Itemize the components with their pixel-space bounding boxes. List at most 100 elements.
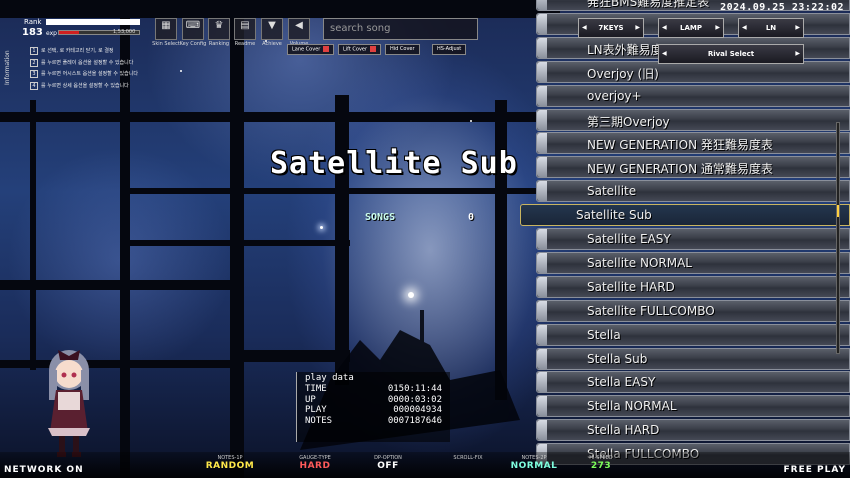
search-input[interactable]: search song <box>323 18 478 40</box>
song-list-item[interactable]: 第三期Overjoy <box>536 108 850 131</box>
song-list-item-label: LN表外難易度 <box>587 42 663 57</box>
key-mode-dropdown[interactable]: ◀ 7KEYS ▶ <box>578 18 644 38</box>
song-list-item-label: NEW GENERATION 発狂難易度表 <box>587 138 773 153</box>
folder-tab-icon <box>537 37 547 58</box>
speaker-icon: ◀ <box>295 20 303 31</box>
song-list-item[interactable]: NEW GENERATION 通常難易度表 <box>536 156 850 179</box>
option-value: OFF <box>377 461 399 471</box>
toolbar-button-label: Key Config <box>179 41 207 47</box>
key-config-button[interactable]: ⌨ Key Config <box>180 18 206 47</box>
song-list-item[interactable]: Stella EASY <box>536 371 850 394</box>
option-value: 273 <box>590 461 612 471</box>
lamp-dropdown[interactable]: ◀ LAMP ▶ <box>658 18 724 38</box>
hid-cover-toggle[interactable]: Hid Cover <box>385 44 420 55</box>
option-value: HARD <box>299 461 331 471</box>
song-list-item-selected[interactable]: Satellite Sub <box>520 204 850 227</box>
skin-select-button[interactable]: ▦ Skin Select <box>152 18 180 47</box>
toolbar-button-label: Ranking <box>208 41 230 47</box>
song-list-item[interactable]: Satellite NORMAL <box>536 251 850 274</box>
song-list-item[interactable]: Satellite FULLCOMBO <box>536 299 850 322</box>
song-list-item[interactable]: overjoy+ <box>536 84 850 107</box>
song-list-item-label: Stella <box>587 327 621 342</box>
song-list-item-label: Satellite HARD <box>587 279 675 294</box>
volume-button[interactable]: ◀Volume <box>288 18 310 47</box>
folder-tab-icon <box>537 300 547 321</box>
lamp-value: LAMP <box>680 24 702 32</box>
play-data-panel: play data TIME 0150:11:44 UP 0000:03:02 PLAY… <box>296 372 450 442</box>
song-list-item-label: overjoy+ <box>587 88 642 103</box>
song-list-item-label: Satellite EASY <box>587 232 671 246</box>
song-select-screen: Rank 183 exp 1,53,000 Information 1로 선택,… <box>0 0 850 478</box>
exp-bar-fill <box>59 31 79 34</box>
song-list-item[interactable]: Stella Sub <box>536 347 850 370</box>
song-list-item[interactable]: Satellite <box>536 180 850 203</box>
ln-mode-value: LN <box>765 24 777 32</box>
key-hint-icon: 4 <box>30 81 38 90</box>
folder-tab-icon <box>537 133 547 154</box>
key-hint-icon: 2 <box>30 58 38 67</box>
song-list-item-label: Stella EASY <box>587 375 656 390</box>
gauge-type-option[interactable]: GAUGE-TYPE HARD <box>275 455 355 471</box>
song-list-item-label: Satellite NORMAL <box>587 255 692 270</box>
crown-icon: ♛ <box>214 20 224 31</box>
arrow-left-icon: ◀ <box>582 24 587 31</box>
play-data-row: PLAY 000004934 <box>305 405 442 416</box>
song-list-item-label: Satellite <box>587 184 637 199</box>
lane-cover-toggle[interactable]: Lane Cover <box>287 44 335 55</box>
song-list-scrollbar[interactable] <box>836 122 840 354</box>
song-list-item[interactable]: Stella <box>536 323 850 346</box>
rival-select-dropdown[interactable]: ◀ Rival Select ▶ <box>658 44 804 64</box>
songs-count-label: SONGS <box>365 212 396 223</box>
song-list-item[interactable]: Stella NORMAL <box>536 395 850 418</box>
hs-adjust-toggle[interactable]: HS-Adjust <box>432 44 467 55</box>
help-line: 4를 누르면 상세 옵션을 설정할 수 있습니다 <box>30 81 129 90</box>
toggle-indicator-icon <box>323 46 330 52</box>
key-mode-value: 7KEYS <box>598 24 624 32</box>
toolbar-button-label: Readme <box>234 41 256 47</box>
song-list-item[interactable]: Satellite HARD <box>536 275 850 298</box>
song-list: 発狂BMS難易度推定表LN難易度LN表外難易度Overjoy (旧)overjo… <box>520 0 850 478</box>
readme-button[interactable]: ▤ Readme <box>234 18 256 47</box>
trophy-icon: ▼ <box>268 20 276 31</box>
toggle-indicator-icon <box>370 46 377 52</box>
folder-tab-icon <box>537 0 547 10</box>
dp-option-option[interactable]: DP-OPTION OFF <box>348 455 428 471</box>
arrow-right-icon: ▶ <box>795 50 800 57</box>
song-list-item[interactable]: NEW GENERATION 発狂難易度表 <box>536 132 850 155</box>
help-line: 2를 누르면 플레이 옵션을 설정할 수 있습니다 <box>30 58 134 67</box>
help-text: 를 누르면 플레이 옵션을 설정할 수 있습니다 <box>41 59 134 66</box>
ln-mode-dropdown[interactable]: ◀ LN ▶ <box>738 18 804 38</box>
document-icon: ▤ <box>240 20 250 31</box>
arrow-right-icon: ▶ <box>795 24 800 31</box>
folder-tab-icon <box>537 276 547 297</box>
song-list-item-label: Stella NORMAL <box>587 399 677 414</box>
play-data-value: 0000:03:02 <box>387 394 442 405</box>
notes-1p-option[interactable]: NOTES-1P RANDOM <box>190 455 270 471</box>
song-list-item-label: 第三期Overjoy <box>587 114 670 129</box>
folder-title: Satellite Sub <box>270 146 518 181</box>
song-list-item[interactable]: Stella HARD <box>536 419 850 442</box>
play-data-row: NOTES 0007187646 <box>305 416 442 427</box>
achieve-button[interactable]: ▼ Achieve <box>261 18 283 47</box>
key-hint-icon: 3 <box>30 70 38 78</box>
song-list-item[interactable]: Satellite EASY <box>536 228 850 250</box>
hi-speed-option[interactable]: HI-SPEED 273 <box>561 455 641 471</box>
option-value: RANDOM <box>205 461 255 471</box>
clock: 2024.09.25 23:22:02 <box>720 2 844 13</box>
songs-count-value: 0 <box>468 212 475 223</box>
rank-value: 183 <box>22 27 43 38</box>
folder-tab-icon <box>537 181 547 202</box>
arrow-right-icon: ▶ <box>635 24 640 31</box>
network-status: NETWORK ON <box>4 465 84 475</box>
cover-label: Lift Cover <box>343 46 368 53</box>
arrow-left-icon: ◀ <box>662 50 667 57</box>
play-data-label: NOTES <box>305 415 333 426</box>
ranking-button[interactable]: ♛ Ranking <box>208 18 230 47</box>
toolbar-button-label: Skin Select <box>152 41 180 47</box>
lift-cover-toggle[interactable]: Lift Cover <box>338 44 382 55</box>
scrollbar-thumb[interactable] <box>837 205 839 217</box>
play-data-row: TIME 0150:11:44 <box>305 384 442 395</box>
song-list-item-label: Stella HARD <box>587 423 660 438</box>
arrow-left-icon: ◀ <box>662 24 667 31</box>
folder-tab-icon <box>537 229 547 249</box>
